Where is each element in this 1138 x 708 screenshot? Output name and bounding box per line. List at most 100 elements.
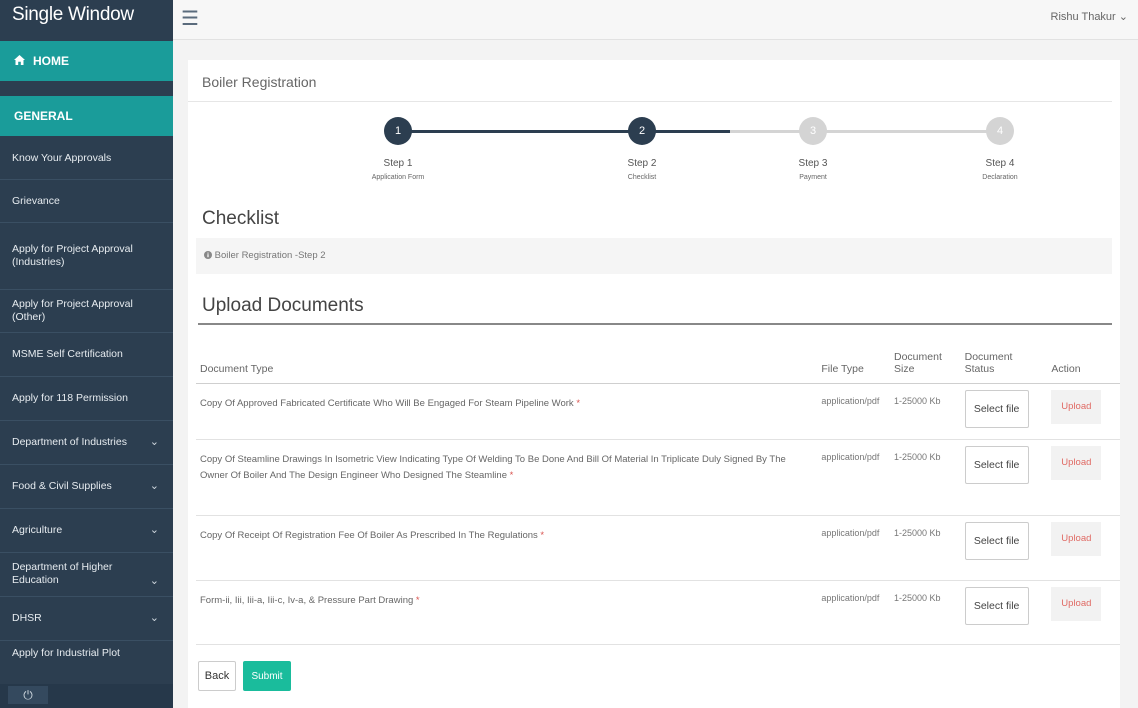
chevron-down-icon: ⌄	[149, 436, 159, 448]
chevron-down-icon: ⌄	[149, 524, 159, 536]
step-2-sublabel: Checklist	[627, 174, 657, 181]
sidebar-item-dhsr[interactable]: DHSR ⌄	[0, 597, 173, 641]
file-type-cell: application/pdf	[817, 383, 890, 440]
document-name: Copy Of Steamline Drawings In Isometric …	[196, 439, 818, 516]
info-circle-icon	[204, 250, 215, 261]
sidebar-item-label: Apply for 118 Permission	[12, 392, 128, 404]
sidebar-item-label: Grievance	[12, 194, 60, 207]
table-row: Form-ii, Iii, Iii-a, Iii-c, Iv-a, & Pres…	[196, 580, 1120, 645]
header-document-size: Document Size	[890, 330, 961, 384]
chevron-down-icon: ⌄	[149, 612, 159, 624]
action-cell: Upload	[1047, 383, 1120, 440]
sidebar-item-agriculture[interactable]: Agriculture ⌄	[0, 509, 173, 553]
sidebar-item-project-approval-other[interactable]: Apply for Project Approval (Other)	[0, 290, 173, 333]
page-title: Boiler Registration	[202, 74, 317, 90]
sidebar-item-label: Know Your Approvals	[12, 151, 112, 164]
select-file-button[interactable]: Select file	[964, 521, 1029, 560]
action-cell: Upload	[1047, 515, 1120, 581]
table-row: Copy Of Steamline Drawings In Isometric …	[196, 439, 1120, 516]
step-2-circle: 2	[628, 117, 656, 145]
home-icon	[14, 54, 25, 68]
sidebar-general-header: GENERAL	[0, 96, 173, 136]
size-cell: 1-25000 Kb	[890, 580, 961, 645]
status-cell: Select file	[960, 439, 1048, 516]
upload-button[interactable]: Upload	[1051, 389, 1102, 424]
upload-divider	[198, 323, 1112, 325]
stepper-line-1-2	[398, 130, 646, 133]
document-name: Copy Of Receipt Of Registration Fee Of B…	[196, 515, 818, 581]
back-button[interactable]: Back	[198, 661, 236, 691]
sidebar-item-label: Food & Civil Supplies	[12, 480, 112, 492]
sidebar-item-label: Apply for Project Approval (Industries)	[12, 243, 133, 268]
status-cell: Select file	[960, 383, 1048, 440]
sidebar-item-label: Apply for Project Approval (Other)	[12, 298, 133, 323]
upload-button[interactable]: Upload	[1051, 586, 1102, 621]
sidebar-item-higher-education[interactable]: Department of Higher Education ⌄	[0, 553, 173, 597]
sidebar-item-industrial-plot[interactable]: Apply for Industrial Plot	[0, 641, 173, 685]
document-name: Form-ii, Iii, Iii-a, Iii-c, Iv-a, & Pres…	[196, 580, 818, 645]
user-menu[interactable]: Rishu Thakur ⌄	[1051, 10, 1129, 23]
user-name: Rishu Thakur	[1050, 11, 1116, 23]
upload-button[interactable]: Upload	[1051, 521, 1102, 556]
upload-button[interactable]: Upload	[1051, 445, 1102, 480]
sidebar-menu: Know Your Approvals Grievance Apply for …	[0, 137, 173, 685]
step-3-circle: 3	[799, 117, 827, 145]
sidebar-item-grievance[interactable]: Grievance	[0, 180, 173, 223]
action-cell: Upload	[1047, 580, 1120, 645]
select-file-button[interactable]: Select file	[964, 389, 1029, 428]
select-file-button[interactable]: Select file	[964, 445, 1029, 484]
header-action: Action	[1047, 330, 1120, 384]
step-1-label: Step 1	[383, 158, 413, 169]
step-4-sublabel: Declaration	[982, 174, 1018, 181]
step-3-sublabel: Payment	[799, 174, 827, 181]
step-3-label: Step 3	[798, 158, 828, 169]
size-cell: 1-25000 Kb	[890, 439, 961, 516]
size-cell: 1-25000 Kb	[890, 383, 961, 440]
step-1-circle: 1	[384, 117, 412, 145]
header-document-type: Document Type	[196, 330, 818, 384]
sidebar-general-label: GENERAL	[14, 109, 73, 123]
sidebar-item-department-of-industries[interactable]: Department of Industries ⌄	[0, 421, 173, 465]
breadcrumb: Boiler Registration -Step 2	[196, 238, 1112, 274]
header-file-type: File Type	[817, 330, 890, 384]
submit-button[interactable]: Submit	[243, 661, 291, 691]
main-panel: Boiler Registration 1 2 3 4 Step 1 Appli…	[188, 60, 1120, 708]
app-title: Single Window	[0, 0, 173, 40]
topbar: ☰ Rishu Thakur ⌄	[173, 0, 1138, 40]
sidebar-item-food-civil-supplies[interactable]: Food & Civil Supplies ⌄	[0, 465, 173, 509]
documents-table: Document Type File Type Document Size Do…	[196, 330, 1120, 645]
sidebar-home-label: HOME	[33, 54, 69, 68]
header-document-status: Document Status	[960, 330, 1048, 384]
sidebar-item-msme-self-certification[interactable]: MSME Self Certification	[0, 333, 173, 377]
sidebar-item-label: Apply for Industrial Plot	[12, 647, 120, 659]
sidebar-item-label: Department of Industries	[12, 436, 127, 448]
sidebar-home[interactable]: HOME	[0, 41, 173, 81]
title-divider	[188, 101, 1112, 102]
sidebar-item-label: DHSR	[12, 612, 42, 624]
sidebar-item-know-your-approvals[interactable]: Know Your Approvals	[0, 137, 173, 180]
sidebar-item-project-approval-industries[interactable]: Apply for Project Approval (Industries)	[0, 223, 173, 290]
chevron-down-icon: ⌄	[149, 575, 159, 587]
sidebar-item-label: MSME Self Certification	[12, 348, 123, 360]
stepper-line-progress	[646, 130, 730, 133]
power-icon[interactable]: ⏻	[8, 686, 48, 704]
size-cell: 1-25000 Kb	[890, 515, 961, 581]
file-type-cell: application/pdf	[817, 515, 890, 581]
checklist-title: Checklist	[202, 208, 280, 229]
hamburger-menu-icon[interactable]: ☰	[181, 6, 199, 31]
step-4-circle: 4	[986, 117, 1014, 145]
status-cell: Select file	[960, 515, 1048, 581]
document-name: Copy Of Approved Fabricated Certificate …	[196, 383, 818, 440]
select-file-button[interactable]: Select file	[964, 586, 1029, 625]
sidebar-item-label: Agriculture	[12, 524, 63, 536]
status-cell: Select file	[960, 580, 1048, 645]
step-1-sublabel: Application Form	[371, 174, 425, 181]
action-cell: Upload	[1047, 439, 1120, 516]
table-header-row: Document Type File Type Document Size Do…	[196, 330, 1120, 384]
table-row: Copy Of Receipt Of Registration Fee Of B…	[196, 515, 1120, 581]
file-type-cell: application/pdf	[817, 439, 890, 516]
chevron-down-icon: ⌄	[149, 480, 159, 492]
sidebar-item-118-permission[interactable]: Apply for 118 Permission	[0, 377, 173, 421]
breadcrumb-text: Boiler Registration -Step 2	[214, 250, 326, 261]
file-type-cell: application/pdf	[817, 580, 890, 645]
